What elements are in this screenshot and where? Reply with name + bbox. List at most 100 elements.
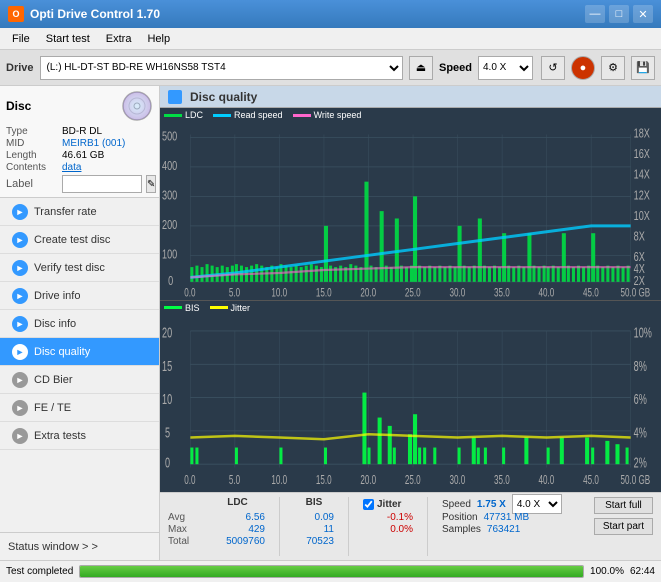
sidebar: Disc Type BD-R DL (0, 86, 160, 560)
total-label: Total (168, 536, 200, 547)
save-button[interactable]: 💾 (631, 56, 655, 80)
sidebar-item-drive-info[interactable]: ► Drive info (0, 282, 159, 310)
settings-button[interactable]: ⚙ (601, 56, 625, 80)
ldc-values: LDC 6.56 429 5009760 (210, 497, 265, 547)
bis-header: BIS (294, 497, 334, 511)
samples-label: Samples (442, 524, 481, 535)
status-window-button[interactable]: Status window > > (0, 532, 159, 560)
extra-tests-icon: ► (12, 428, 28, 444)
sidebar-bottom: Status window > > (0, 532, 159, 560)
bis-legend: BIS (164, 303, 200, 313)
sidebar-item-disc-quality[interactable]: ► Disc quality (0, 338, 159, 366)
cd-bier-label: CD Bier (34, 374, 73, 386)
bis-legend-label: BIS (185, 303, 200, 313)
menu-extra[interactable]: Extra (98, 31, 140, 47)
sidebar-item-disc-info[interactable]: ► Disc info (0, 310, 159, 338)
maximize-button[interactable]: □ (609, 5, 629, 23)
chart-title-icon (168, 90, 182, 104)
menu-file[interactable]: File (4, 31, 38, 47)
minimize-button[interactable]: — (585, 5, 605, 23)
svg-text:0: 0 (168, 274, 173, 288)
status-window-label: Status window > > (8, 541, 98, 553)
speed-label: Speed (439, 62, 472, 74)
svg-text:5: 5 (165, 424, 170, 441)
svg-text:10X: 10X (634, 209, 651, 223)
jitter-legend-line (210, 306, 228, 309)
progress-percent: 100.0% (590, 566, 624, 577)
speed-selector[interactable]: 4.0 X (478, 56, 533, 80)
svg-text:35.0: 35.0 (494, 473, 510, 488)
create-test-label: Create test disc (34, 234, 110, 246)
close-button[interactable]: ✕ (633, 5, 653, 23)
svg-text:0.0: 0.0 (184, 473, 195, 488)
svg-text:15.0: 15.0 (316, 473, 332, 488)
jitter-checkbox[interactable] (363, 499, 374, 510)
ldc-header: LDC (210, 497, 265, 511)
bis-legend-line (164, 306, 182, 309)
svg-text:40.0: 40.0 (539, 473, 555, 488)
time-display: 62:44 (630, 566, 655, 577)
read-speed-legend-line (213, 114, 231, 117)
content-area: Disc quality LDC Read speed (160, 86, 661, 560)
ldc-avg-value: 6.56 (210, 512, 265, 523)
separator2 (348, 497, 349, 556)
contents-value[interactable]: data (62, 162, 81, 173)
disc-info-label: Disc info (34, 318, 76, 330)
position-label: Position (442, 512, 478, 523)
lower-chart: BIS Jitter (160, 301, 661, 493)
chart-title: Disc quality (190, 90, 257, 104)
svg-text:50.0 GB: 50.0 GB (621, 473, 651, 488)
svg-text:100: 100 (162, 248, 177, 262)
sidebar-item-transfer-rate[interactable]: ► Transfer rate (0, 198, 159, 226)
jitter-header-label: Jitter (377, 499, 401, 510)
cd-bier-icon: ► (12, 372, 28, 388)
svg-text:5.0: 5.0 (229, 287, 241, 299)
start-part-button[interactable]: Start part (594, 518, 653, 535)
svg-text:0: 0 (165, 454, 170, 471)
label-edit-button[interactable]: ✎ (146, 175, 156, 193)
svg-text:12X: 12X (634, 189, 651, 203)
svg-text:8%: 8% (634, 357, 647, 374)
svg-text:10.0: 10.0 (271, 473, 287, 488)
title-bar-left: O Opti Drive Control 1.70 (8, 6, 160, 22)
verify-test-icon: ► (12, 260, 28, 276)
disc-button[interactable]: ● (571, 56, 595, 80)
bis-max-value: 11 (294, 524, 334, 535)
eject-button[interactable]: ⏏ (409, 56, 433, 80)
sidebar-item-cd-bier[interactable]: ► CD Bier (0, 366, 159, 394)
svg-text:2%: 2% (634, 454, 647, 471)
ldc-legend-line (164, 114, 182, 117)
ldc-avg-row: Avg (168, 512, 200, 523)
speed-select[interactable]: 4.0 X (512, 494, 562, 514)
svg-text:20.0: 20.0 (360, 473, 376, 488)
svg-text:5.0: 5.0 (229, 473, 240, 488)
contents-label: Contents (6, 162, 58, 173)
sidebar-item-create-test[interactable]: ► Create test disc (0, 226, 159, 254)
start-full-button[interactable]: Start full (594, 497, 653, 514)
drive-info-icon: ► (12, 288, 28, 304)
menu-bar: File Start test Extra Help (0, 28, 661, 50)
jitter-avg-value: -0.1% (363, 512, 413, 523)
svg-text:0.0: 0.0 (184, 287, 196, 299)
stats-bar: Avg Max Total LDC 6.56 429 5009760 (160, 492, 661, 560)
disc-panel-title: Disc (6, 99, 31, 113)
ldc-total-value: 5009760 (210, 536, 265, 547)
svg-text:20.0: 20.0 (360, 287, 376, 299)
sidebar-item-fe-te[interactable]: ► FE / TE (0, 394, 159, 422)
sidebar-item-verify-test[interactable]: ► Verify test disc (0, 254, 159, 282)
fe-te-icon: ► (12, 400, 28, 416)
svg-text:400: 400 (162, 159, 177, 173)
ldc-legend-label: LDC (185, 110, 203, 120)
bis-values: BIS 0.09 11 70523 (294, 497, 334, 547)
svg-text:40.0: 40.0 (539, 287, 555, 299)
menu-help[interactable]: Help (139, 31, 178, 47)
svg-text:2X: 2X (634, 274, 645, 288)
jitter-legend-label: Jitter (231, 303, 251, 313)
refresh-button[interactable]: ↺ (541, 56, 565, 80)
label-input[interactable] (62, 175, 142, 193)
menu-start-test[interactable]: Start test (38, 31, 98, 47)
sidebar-item-extra-tests[interactable]: ► Extra tests (0, 422, 159, 450)
disc-header: Disc (6, 90, 153, 122)
svg-text:18X: 18X (634, 127, 651, 141)
drive-selector[interactable]: (L:) HL-DT-ST BD-RE WH16NS58 TST4 (40, 56, 403, 80)
